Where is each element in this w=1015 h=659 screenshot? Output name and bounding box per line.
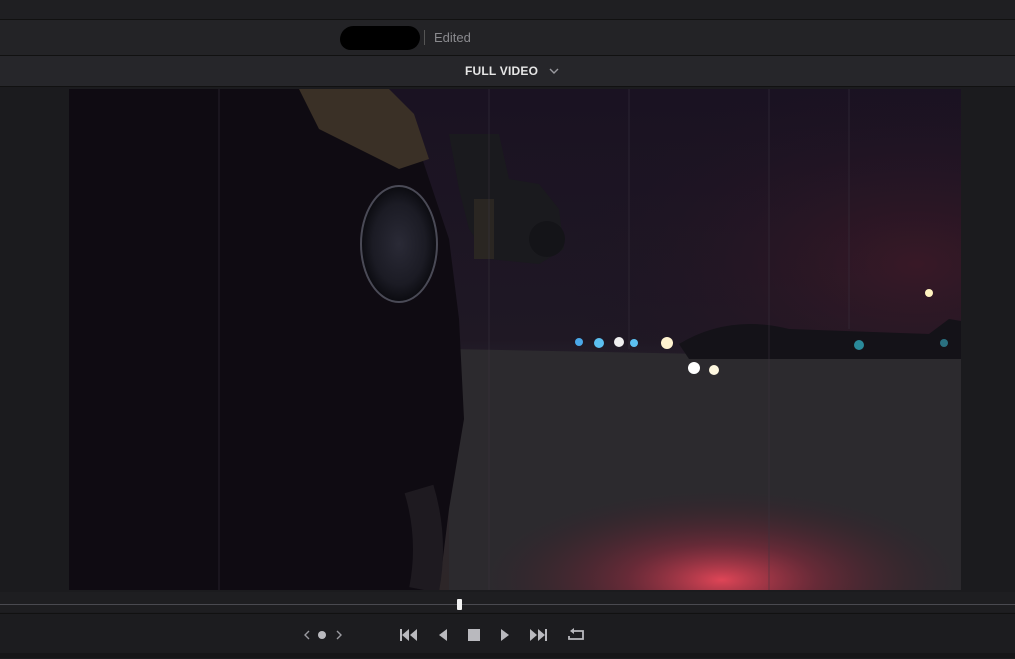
viewer-mode-label: FULL VIDEO (465, 64, 539, 78)
clip-nav-next-icon[interactable] (328, 624, 350, 646)
viewer-mode-dropdown[interactable]: FULL VIDEO (465, 62, 560, 80)
loop-icon[interactable] (565, 624, 587, 646)
step-back-icon[interactable] (432, 624, 454, 646)
bottom-divider (0, 653, 1015, 658)
video-scene (69, 89, 961, 590)
video-viewer (0, 87, 1015, 592)
playhead[interactable] (457, 599, 462, 610)
timeline-scrubber[interactable] (0, 592, 1015, 612)
title-divider (424, 30, 425, 45)
skip-to-end-icon[interactable] (527, 624, 549, 646)
timeline-track (0, 604, 1015, 605)
title-bar: Edited (0, 20, 1015, 56)
edited-status: Edited (434, 30, 471, 45)
stop-icon[interactable] (463, 624, 485, 646)
redacted-project-name (340, 26, 420, 50)
viewer-mode-bar: FULL VIDEO (0, 56, 1015, 87)
skip-to-start-icon[interactable] (398, 624, 420, 646)
play-icon[interactable] (494, 624, 516, 646)
chevron-down-icon (549, 68, 559, 74)
top-strip (0, 0, 1015, 20)
video-frame[interactable] (69, 89, 961, 590)
